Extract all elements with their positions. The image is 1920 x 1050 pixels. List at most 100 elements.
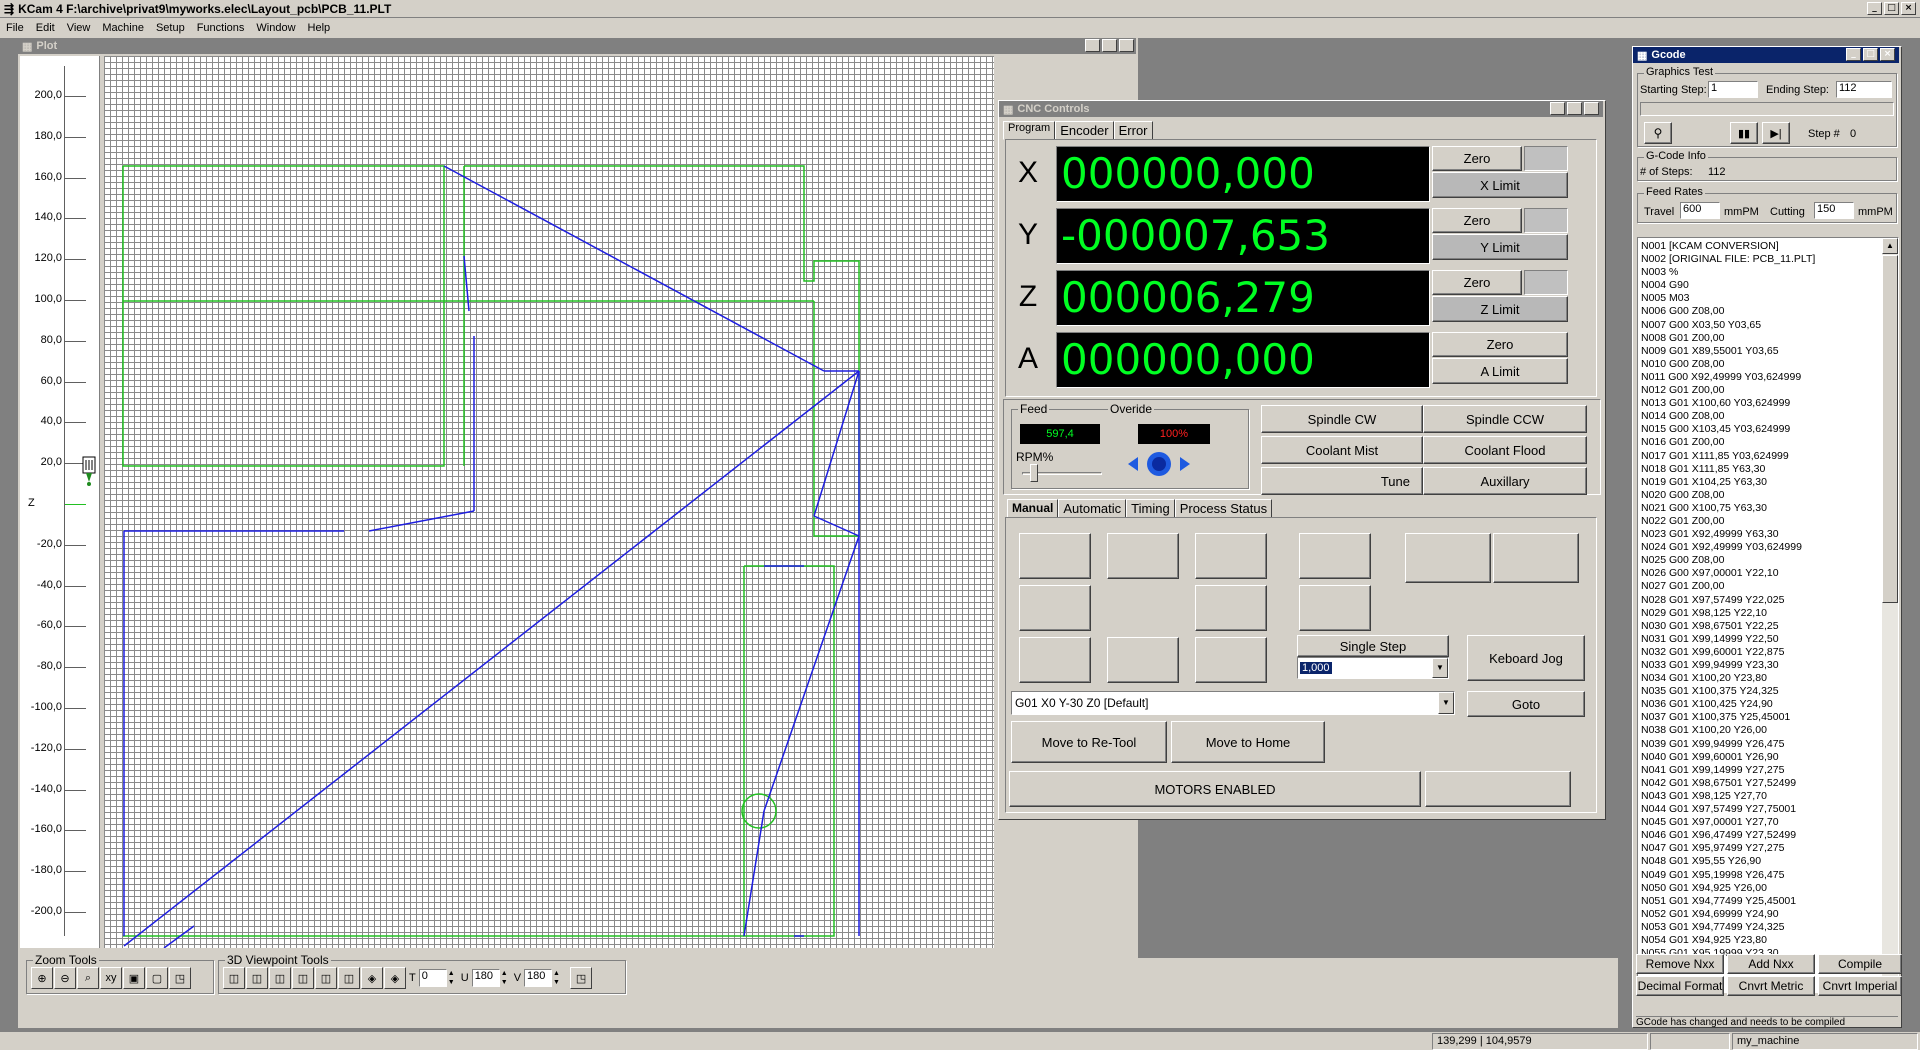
gcode-line[interactable]: N032 G01 X99,60001 Y22,875	[1641, 646, 1879, 659]
scroll-thumb[interactable]	[1882, 255, 1898, 603]
gcode-line[interactable]: N049 G01 X95,19998 Y26,475	[1641, 869, 1879, 882]
zoom-out-icon[interactable]: ⊖	[54, 967, 76, 989]
gcode-line[interactable]: N026 G00 X97,00001 Y22,10	[1641, 567, 1879, 580]
gcode-line[interactable]: N037 G01 X100,375 Y25,45001	[1641, 711, 1879, 724]
menu-item-view[interactable]: View	[67, 22, 91, 34]
gcode-line[interactable]: N041 G01 X99,14999 Y27,275	[1641, 764, 1879, 777]
remove-nxx-button[interactable]: Remove Nxx	[1636, 954, 1724, 974]
gcode-line[interactable]: N007 G00 X03,50 Y03,65	[1641, 319, 1879, 332]
gcode-line[interactable]: N016 G01 Z00,00	[1641, 436, 1879, 449]
view-3d-icon[interactable]: ◈	[384, 967, 406, 989]
gcode-line[interactable]: N013 G01 X100,60 Y03,624999	[1641, 397, 1879, 410]
menu-item-file[interactable]: File	[6, 22, 24, 34]
view-iso-icon[interactable]: ◈	[361, 967, 383, 989]
jog-button[interactable]	[1195, 585, 1267, 631]
command-select[interactable]: G01 X0 Y-30 Z0 [Default] ▼	[1011, 691, 1455, 715]
cnc-maximize-button[interactable]: □	[1567, 102, 1582, 115]
gcode-line[interactable]: N003 %	[1641, 266, 1879, 279]
ending-step-input[interactable]: 112	[1836, 81, 1892, 98]
gcode-line[interactable]: N036 G01 X100,425 Y24,90	[1641, 698, 1879, 711]
gcode-line[interactable]: N027 G01 Z00,00	[1641, 580, 1879, 593]
gcode-line[interactable]: N030 G01 X98,67501 Y22,25	[1641, 620, 1879, 633]
travel-input[interactable]: 600	[1680, 202, 1720, 219]
gcode-line[interactable]: N015 G00 X103,45 Y03,624999	[1641, 423, 1879, 436]
keyboard-jog-button[interactable]: Keboard Jog	[1467, 635, 1585, 681]
override-control-icon[interactable]	[1124, 450, 1194, 478]
step-size-select[interactable]: 1,000 ▼	[1297, 657, 1449, 679]
tab-automatic[interactable]: Automatic	[1058, 499, 1127, 518]
gcode-line[interactable]: N002 [ORIGINAL FILE: PCB_11.PLT]	[1641, 253, 1879, 266]
goto-button[interactable]: Goto	[1467, 691, 1585, 717]
jog-z-up-button[interactable]	[1299, 533, 1371, 579]
gcode-line[interactable]: N042 G01 X98,67501 Y27,52499	[1641, 777, 1879, 790]
gcode-line[interactable]: N044 G01 X97,57499 Y27,75001	[1641, 803, 1879, 816]
rpm-slider[interactable]	[1018, 462, 1106, 484]
jog-button[interactable]	[1195, 637, 1267, 683]
t-input[interactable]: 0	[418, 969, 447, 987]
gcode-line[interactable]: N040 G01 X99,60001 Y26,90	[1641, 751, 1879, 764]
gcode-line[interactable]: N010 G00 Z08,00	[1641, 358, 1879, 371]
jog-z-down-button[interactable]	[1299, 585, 1371, 631]
cnc-minimize-button[interactable]: _	[1550, 102, 1565, 115]
tab-error[interactable]: Error	[1113, 121, 1153, 140]
menu-item-functions[interactable]: Functions	[197, 22, 245, 34]
plot-close-button[interactable]: ×	[1119, 39, 1134, 52]
gcode-maximize-button[interactable]: □	[1863, 48, 1878, 61]
coolant-flood-button[interactable]: Coolant Flood	[1423, 436, 1587, 464]
zero-x-button[interactable]: Zero	[1432, 146, 1522, 171]
gcode-line[interactable]: N008 G01 Z00,00	[1641, 332, 1879, 345]
plot-maximize-button[interactable]: □	[1102, 39, 1117, 52]
jog-a-minus-button[interactable]	[1493, 533, 1579, 583]
spindle-ccw-button[interactable]: Spindle CCW	[1423, 405, 1587, 433]
convert-imperial-button[interactable]: Cnvrt Imperial	[1818, 976, 1902, 996]
t-spinner[interactable]: ▲ ▼	[447, 969, 458, 987]
gcode-line[interactable]: N025 G00 Z08,00	[1641, 554, 1879, 567]
jog-button[interactable]	[1019, 585, 1091, 631]
gcode-line[interactable]: N022 G01 Z00,00	[1641, 515, 1879, 528]
gcode-line[interactable]: N014 G00 Z08,00	[1641, 410, 1879, 423]
gcode-line[interactable]: N023 G01 X92,49999 Y63,30	[1641, 528, 1879, 541]
gcode-line[interactable]: N045 G01 X97,00001 Y27,70	[1641, 816, 1879, 829]
binoculars-icon[interactable]: ⚲	[1644, 122, 1672, 144]
gcode-line[interactable]: N053 G01 X94,77499 Y24,325	[1641, 921, 1879, 934]
menu-item-machine[interactable]: Machine	[102, 22, 144, 34]
zoom-extents-icon[interactable]: ▢	[146, 967, 168, 989]
compile-button[interactable]: Compile	[1818, 954, 1902, 974]
zoom-all-icon[interactable]: ▣	[123, 967, 145, 989]
gcode-line[interactable]: N031 G01 X99,14999 Y22,50	[1641, 633, 1879, 646]
gcode-line[interactable]: N005 M03	[1641, 292, 1879, 305]
menu-item-setup[interactable]: Setup	[156, 22, 185, 34]
view-right-icon[interactable]: ◫	[292, 967, 314, 989]
gcode-line[interactable]: N047 G01 X95,97499 Y27,275	[1641, 842, 1879, 855]
gcode-line[interactable]: N048 G01 X95,55 Y26,90	[1641, 855, 1879, 868]
u-input[interactable]: 180	[471, 969, 500, 987]
step-forward-icon[interactable]: ▶|	[1762, 122, 1790, 144]
add-nxx-button[interactable]: Add Nxx	[1727, 954, 1815, 974]
emergency-stop-button[interactable]	[1425, 771, 1571, 807]
gcode-line[interactable]: N039 G01 X99,94999 Y26,475	[1641, 738, 1879, 751]
auxiliary-button[interactable]: Auxillary	[1423, 467, 1587, 495]
gcode-line[interactable]: N001 [KCAM CONVERSION]	[1641, 240, 1879, 253]
gcode-line[interactable]: N043 G01 X98,125 Y27,70	[1641, 790, 1879, 803]
gcode-line[interactable]: N017 G01 X111,85 Y03,624999	[1641, 450, 1879, 463]
v-spinner[interactable]: ▲ ▼	[553, 969, 564, 987]
view-left-icon[interactable]: ◫	[269, 967, 291, 989]
close-button[interactable]: ×	[1901, 2, 1916, 15]
gcode-line[interactable]: N035 G01 X100,375 Y24,325	[1641, 685, 1879, 698]
gcode-line[interactable]: N051 G01 X94,77499 Y25,45001	[1641, 895, 1879, 908]
gcode-line[interactable]: N033 G01 X99,94999 Y23,30	[1641, 659, 1879, 672]
coolant-mist-button[interactable]: Coolant Mist	[1261, 436, 1423, 464]
maximize-button[interactable]: □	[1884, 2, 1899, 15]
pause-icon[interactable]: ▮▮	[1730, 122, 1758, 144]
view-back-icon[interactable]: ◫	[246, 967, 268, 989]
plot-canvas[interactable]	[104, 56, 994, 949]
apply-view-icon[interactable]: ◳	[570, 967, 593, 989]
jog-button[interactable]	[1195, 533, 1267, 579]
tab-process-status[interactable]: Process Status	[1174, 499, 1273, 518]
zero-y-button[interactable]: Zero	[1432, 208, 1522, 233]
menu-item-edit[interactable]: Edit	[36, 22, 55, 34]
menu-item-help[interactable]: Help	[308, 22, 331, 34]
view-top-icon[interactable]: ◫	[315, 967, 337, 989]
convert-metric-button[interactable]: Cnvrt Metric	[1727, 976, 1815, 996]
gcode-line[interactable]: N024 G01 X92,49999 Y03,624999	[1641, 541, 1879, 554]
